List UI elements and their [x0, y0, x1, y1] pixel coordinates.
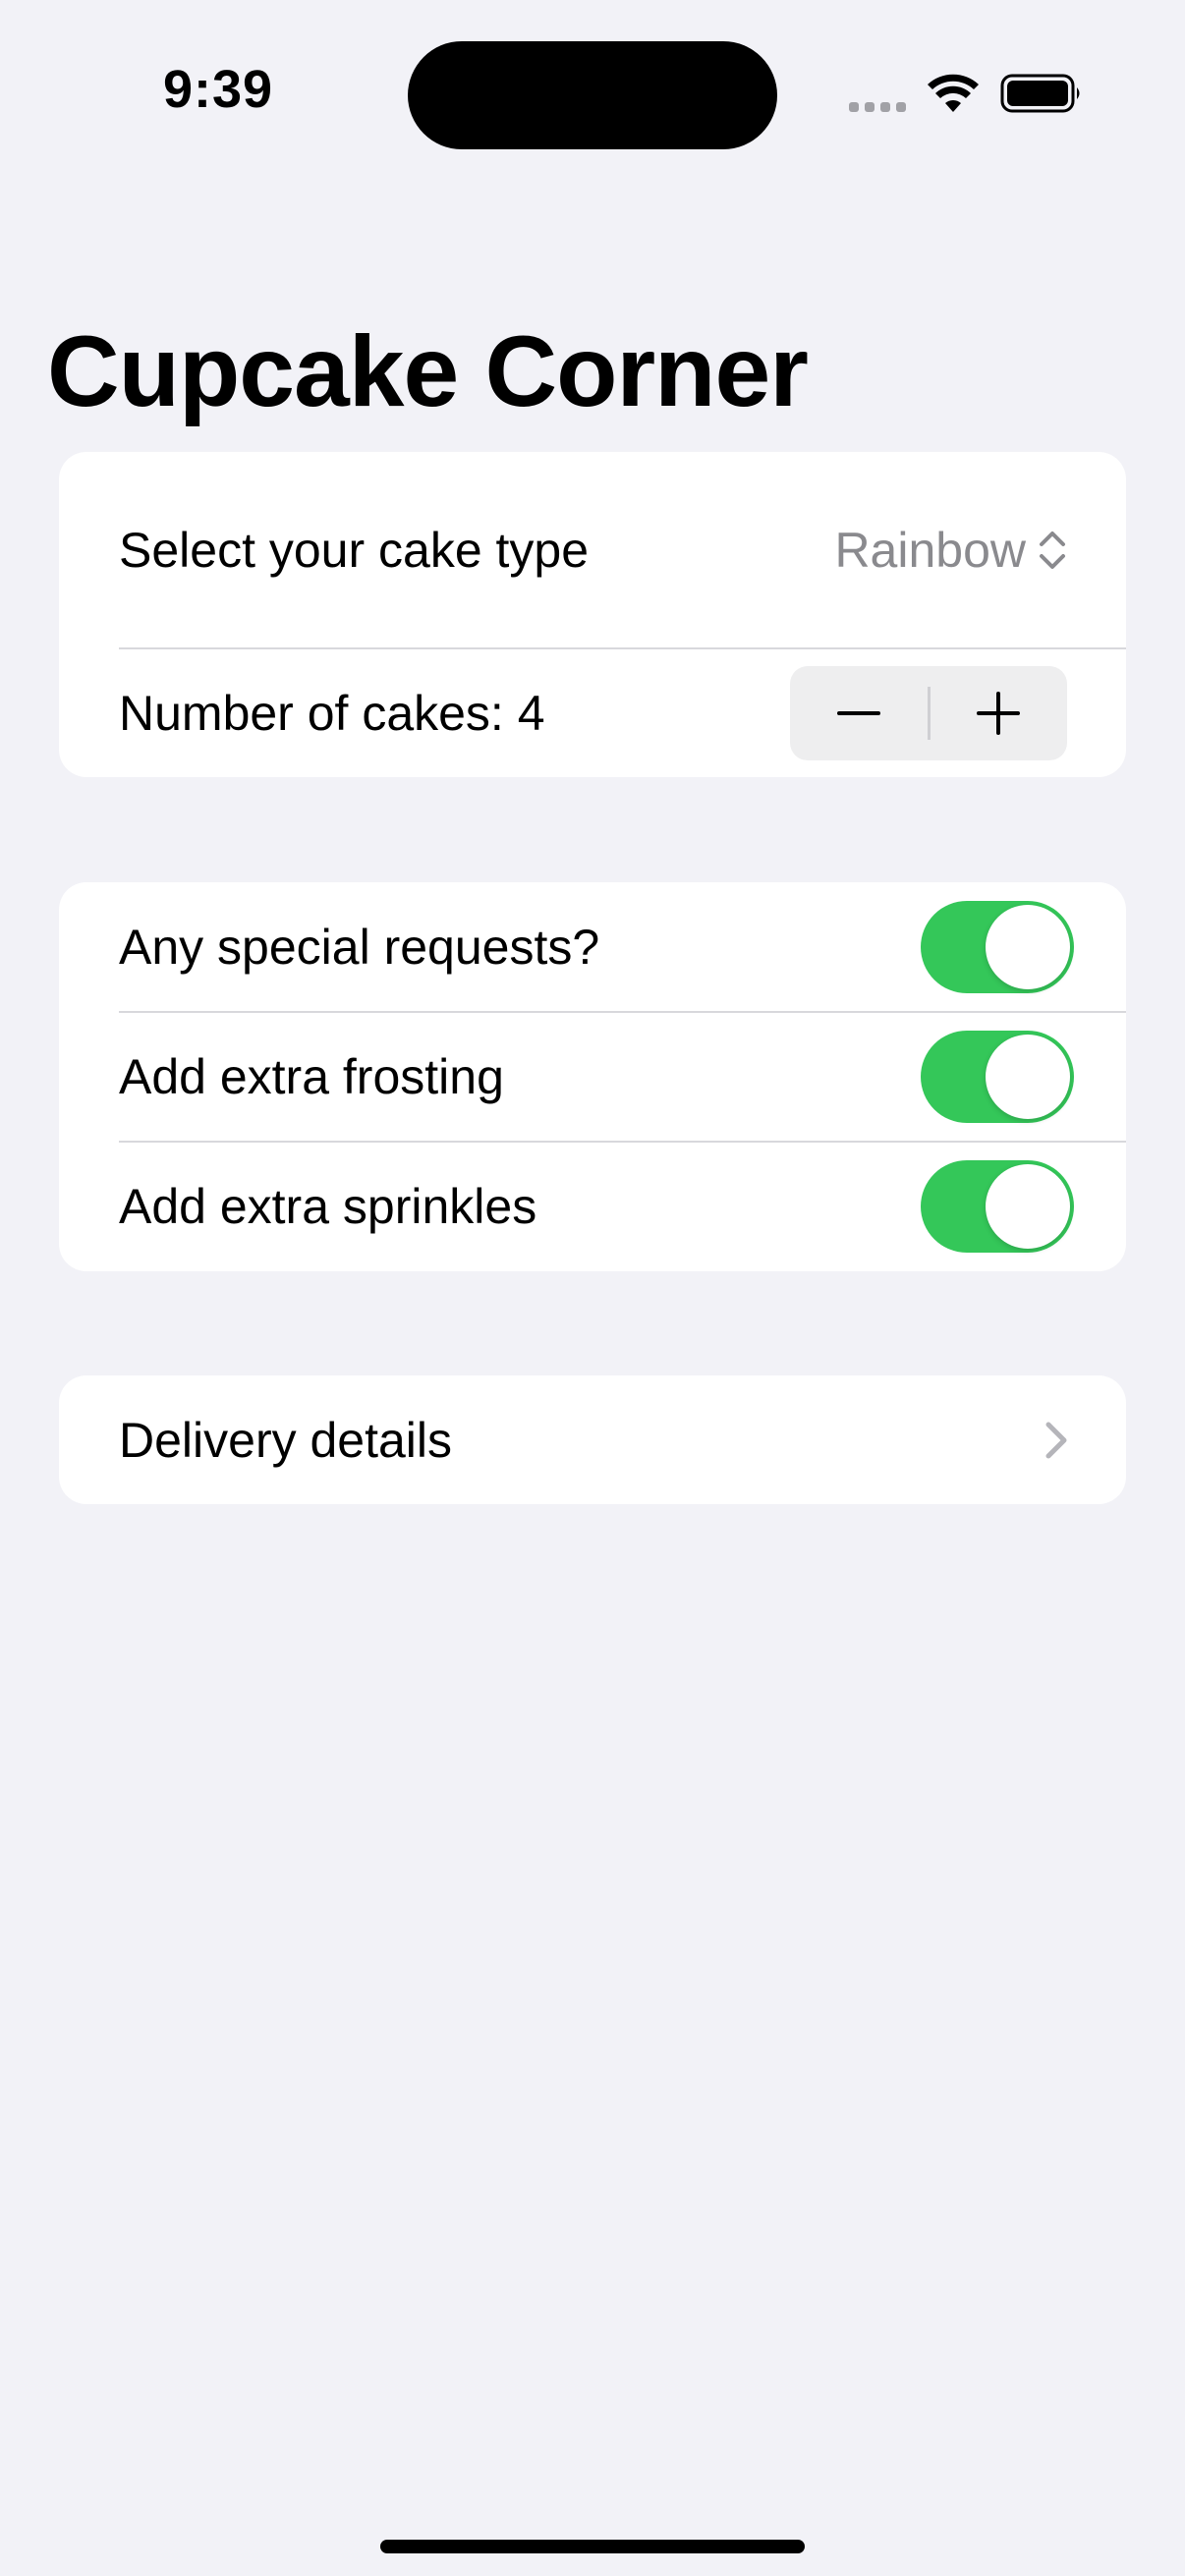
increment-button[interactable]	[931, 666, 1068, 760]
dynamic-island	[408, 41, 777, 149]
minus-icon	[836, 711, 880, 715]
toggle-knob	[986, 905, 1070, 989]
page-title: Cupcake Corner	[47, 315, 809, 427]
extra-frosting-label: Add extra frosting	[119, 1049, 504, 1104]
extra-sprinkles-toggle[interactable]	[921, 1160, 1074, 1253]
delivery-section: Delivery details	[59, 1375, 1126, 1504]
toggle-knob	[986, 1164, 1070, 1249]
quantity-label: Number of cakes: 4	[119, 685, 545, 741]
battery-icon	[1000, 74, 1080, 113]
decrement-button[interactable]	[790, 666, 928, 760]
wifi-icon	[928, 74, 979, 112]
extra-frosting-toggle[interactable]	[921, 1031, 1074, 1123]
cellular-signal-icon	[849, 102, 906, 112]
cake-type-value: Rainbow	[834, 523, 1026, 578]
toggle-row-special-requests: Any special requests?	[59, 882, 1126, 1012]
special-requests-section: Any special requests? Add extra frosting…	[59, 882, 1126, 1271]
cake-type-row[interactable]: Select your cake type Rainbow	[59, 452, 1126, 648]
order-section: Select your cake type Rainbow Number of …	[59, 452, 1126, 777]
status-time: 9:39	[163, 60, 274, 119]
delivery-details-link[interactable]: Delivery details	[59, 1375, 1126, 1504]
toggle-row-extra-sprinkles: Add extra sprinkles	[59, 1142, 1126, 1271]
cake-type-picker[interactable]: Rainbow	[834, 522, 1067, 579]
special-requests-label: Any special requests?	[119, 920, 600, 975]
plus-icon	[977, 692, 1021, 735]
toggle-row-extra-frosting: Add extra frosting	[59, 1012, 1126, 1142]
toggle-knob	[986, 1035, 1070, 1119]
quantity-stepper[interactable]	[790, 666, 1067, 760]
chevron-right-icon	[1045, 1422, 1067, 1458]
cake-type-label: Select your cake type	[119, 523, 590, 578]
delivery-details-label: Delivery details	[119, 1412, 453, 1468]
chevron-up-down-icon	[1040, 532, 1065, 569]
special-requests-toggle[interactable]	[921, 901, 1074, 993]
home-indicator[interactable]	[380, 2540, 805, 2553]
extra-sprinkles-label: Add extra sprinkles	[119, 1179, 537, 1234]
